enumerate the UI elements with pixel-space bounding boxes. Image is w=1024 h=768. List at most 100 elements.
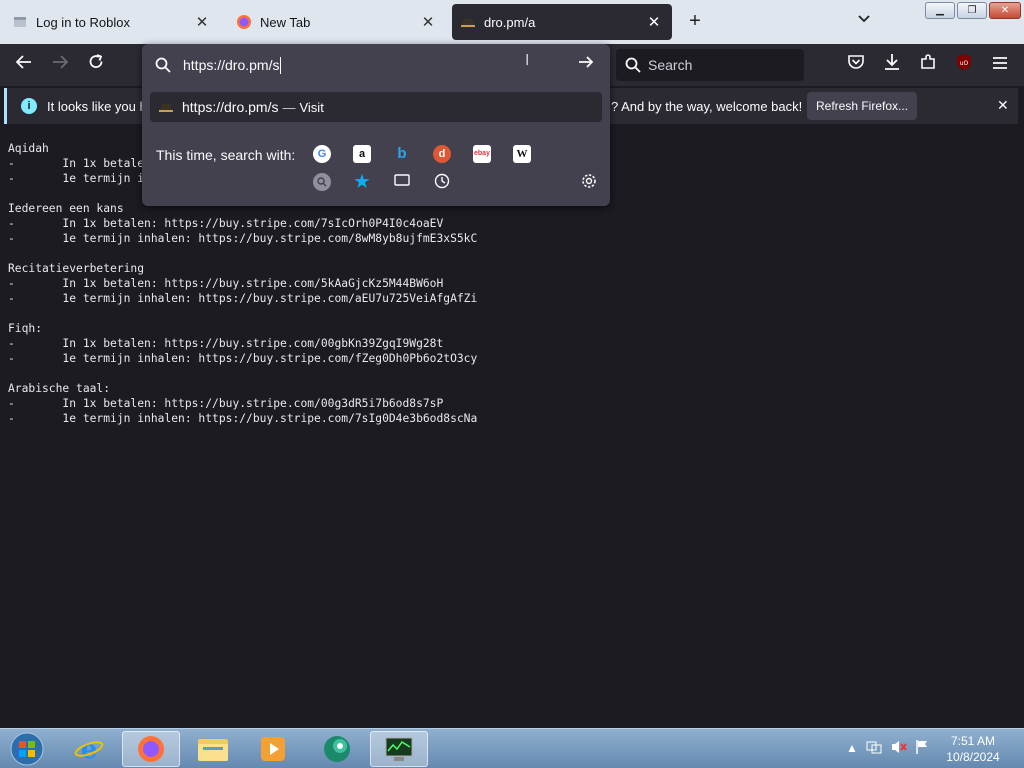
amazon-icon[interactable]: a: [353, 145, 371, 163]
content-line: - 1e termijn inhalen: https://buy.stripe…: [8, 232, 478, 245]
taskbar-file-explorer[interactable]: [184, 731, 242, 767]
bookmark-star-icon[interactable]: ★: [353, 173, 371, 191]
suggestion-separator: —: [282, 99, 296, 115]
close-window-button[interactable]: ✕: [989, 2, 1021, 19]
content-line: - 1e termijn inhalen: https://buy.stripe…: [8, 412, 478, 425]
content-line: Arabische taal:: [8, 382, 111, 395]
windows-start-icon: [10, 732, 44, 766]
internet-explorer-icon: e: [74, 735, 104, 764]
refresh-firefox-button[interactable]: Refresh Firefox...: [807, 92, 917, 120]
volume-muted-icon[interactable]: [890, 739, 908, 758]
search-bar[interactable]: Search: [616, 49, 804, 81]
url-input[interactable]: https://dro.pm/s: [150, 50, 602, 80]
suggestion-action: Visit: [299, 99, 324, 115]
bing-icon[interactable]: b: [393, 145, 411, 163]
url-value: https://dro.pm/s: [183, 57, 280, 73]
back-arrow-icon: [15, 55, 31, 69]
content-line: - In 1x betalen: https://buy.stripe.com/…: [8, 277, 444, 290]
history-clock-icon[interactable]: [433, 173, 451, 191]
tab-title: dro.pm/a: [484, 14, 536, 30]
back-button[interactable]: [12, 53, 36, 77]
info-icon: i: [21, 98, 37, 114]
minimize-button[interactable]: ▁: [925, 2, 955, 19]
ebay-icon[interactable]: ebay: [473, 145, 491, 163]
go-arrow-icon[interactable]: [578, 54, 594, 75]
extensions-button[interactable]: [916, 53, 940, 77]
close-tab-icon[interactable]: ✕: [192, 13, 212, 31]
close-notification-icon[interactable]: ✕: [997, 97, 1009, 114]
folder-icon: [198, 739, 228, 761]
tab-new-tab[interactable]: New Tab ✕: [228, 4, 446, 40]
content-line: - In 1x betalen: https://buy.stripe.com/…: [8, 217, 444, 230]
pocket-icon: [848, 55, 864, 69]
ublock-origin-icon: uO: [957, 54, 971, 70]
page-icon: [14, 17, 26, 27]
taskbar-task-manager[interactable]: [370, 731, 428, 767]
notification-message-end: ? And by the way, welcome back!: [611, 99, 803, 114]
search-with-label: This time, search with:: [156, 147, 296, 163]
wikipedia-icon[interactable]: W: [513, 145, 531, 163]
reload-icon: [89, 54, 103, 68]
taskbar-internet-explorer[interactable]: e: [60, 731, 118, 767]
list-all-tabs-button[interactable]: [853, 11, 875, 33]
forward-arrow-icon: [53, 55, 69, 69]
window-controls: ▁ ❐ ✕: [925, 2, 1021, 19]
ublock-origin-button[interactable]: uO: [952, 53, 976, 77]
windows-taskbar: e ▲ 7:51 AM 10/8/2024: [0, 728, 1024, 768]
forward-button[interactable]: [48, 53, 72, 77]
puzzle-piece-icon: [921, 54, 935, 69]
app-icon: [324, 736, 350, 762]
google-icon[interactable]: G: [313, 145, 331, 163]
taskbar-media-player[interactable]: [244, 731, 302, 767]
search-settings-gear-icon[interactable]: [580, 173, 598, 191]
reload-button[interactable]: [84, 53, 108, 77]
content-line: - In 1x betalen: https://buy.stripe.com/…: [8, 337, 444, 350]
close-tab-icon[interactable]: ✕: [644, 13, 664, 31]
text-caret: [280, 56, 282, 74]
hamburger-menu-icon: [993, 57, 1007, 69]
dro-pm-icon: [159, 104, 173, 112]
content-line: - 1e termijn inhalen: https://buy.stripe…: [8, 292, 478, 305]
taskbar-app[interactable]: [308, 731, 366, 767]
url-suggestion-row[interactable]: https://dro.pm/s — Visit: [150, 92, 602, 122]
notification-message-start: It looks like you ha: [47, 99, 154, 114]
content-line: [8, 246, 477, 261]
mouse-ibeam-cursor: I: [525, 52, 530, 69]
tab-title: Log in to Roblox: [36, 14, 130, 30]
media-player-icon: [261, 737, 285, 761]
history-search-icon[interactable]: [313, 173, 331, 191]
content-line: - In 1x betalen: https://buy.stripe.com/…: [8, 397, 444, 410]
dro-pm-icon: [461, 19, 475, 27]
restore-button[interactable]: ❐: [957, 2, 987, 19]
tab-strip: Log in to Roblox ✕ New Tab ✕ dro.pm/a ✕ …: [0, 0, 1024, 44]
suggestion-url: https://dro.pm/s: [182, 99, 279, 115]
tab-dro-pm[interactable]: dro.pm/a ✕: [452, 4, 672, 40]
tab-roblox[interactable]: Log in to Roblox ✕: [4, 4, 220, 40]
svg-text:uO: uO: [960, 60, 969, 67]
app-menu-button[interactable]: [988, 53, 1012, 77]
pocket-button[interactable]: [844, 53, 868, 77]
new-tab-button[interactable]: +: [684, 10, 706, 34]
network-icon[interactable]: [866, 739, 882, 758]
url-bar-dropdown: https://dro.pm/s I https://dro.pm/s — Vi…: [142, 44, 610, 206]
taskbar-firefox[interactable]: [122, 731, 180, 767]
content-line: - 1e termijn inhalen: https://buy.stripe…: [8, 352, 478, 365]
content-line: Recitatieverbetering: [8, 262, 145, 275]
search-placeholder: Search: [648, 57, 693, 73]
clock-time: 7:51 AM: [950, 734, 996, 748]
search-icon: [625, 57, 641, 73]
close-tab-icon[interactable]: ✕: [418, 13, 438, 31]
content-line: Fiqh:: [8, 322, 43, 335]
downloads-button[interactable]: [880, 53, 904, 77]
action-center-flag-icon[interactable]: [914, 739, 930, 758]
content-line: [8, 366, 477, 381]
firefox-icon: [138, 736, 164, 762]
svg-text:e: e: [81, 735, 98, 764]
monitor-icon: [385, 737, 413, 761]
show-hidden-icons-icon[interactable]: ▲: [846, 741, 858, 755]
start-button[interactable]: [0, 731, 54, 767]
duckduckgo-icon[interactable]: d: [433, 145, 451, 163]
taskbar-clock[interactable]: 7:51 AM 10/8/2024: [942, 733, 1004, 765]
search-icon: [155, 57, 171, 73]
tabs-icon[interactable]: [393, 173, 411, 191]
